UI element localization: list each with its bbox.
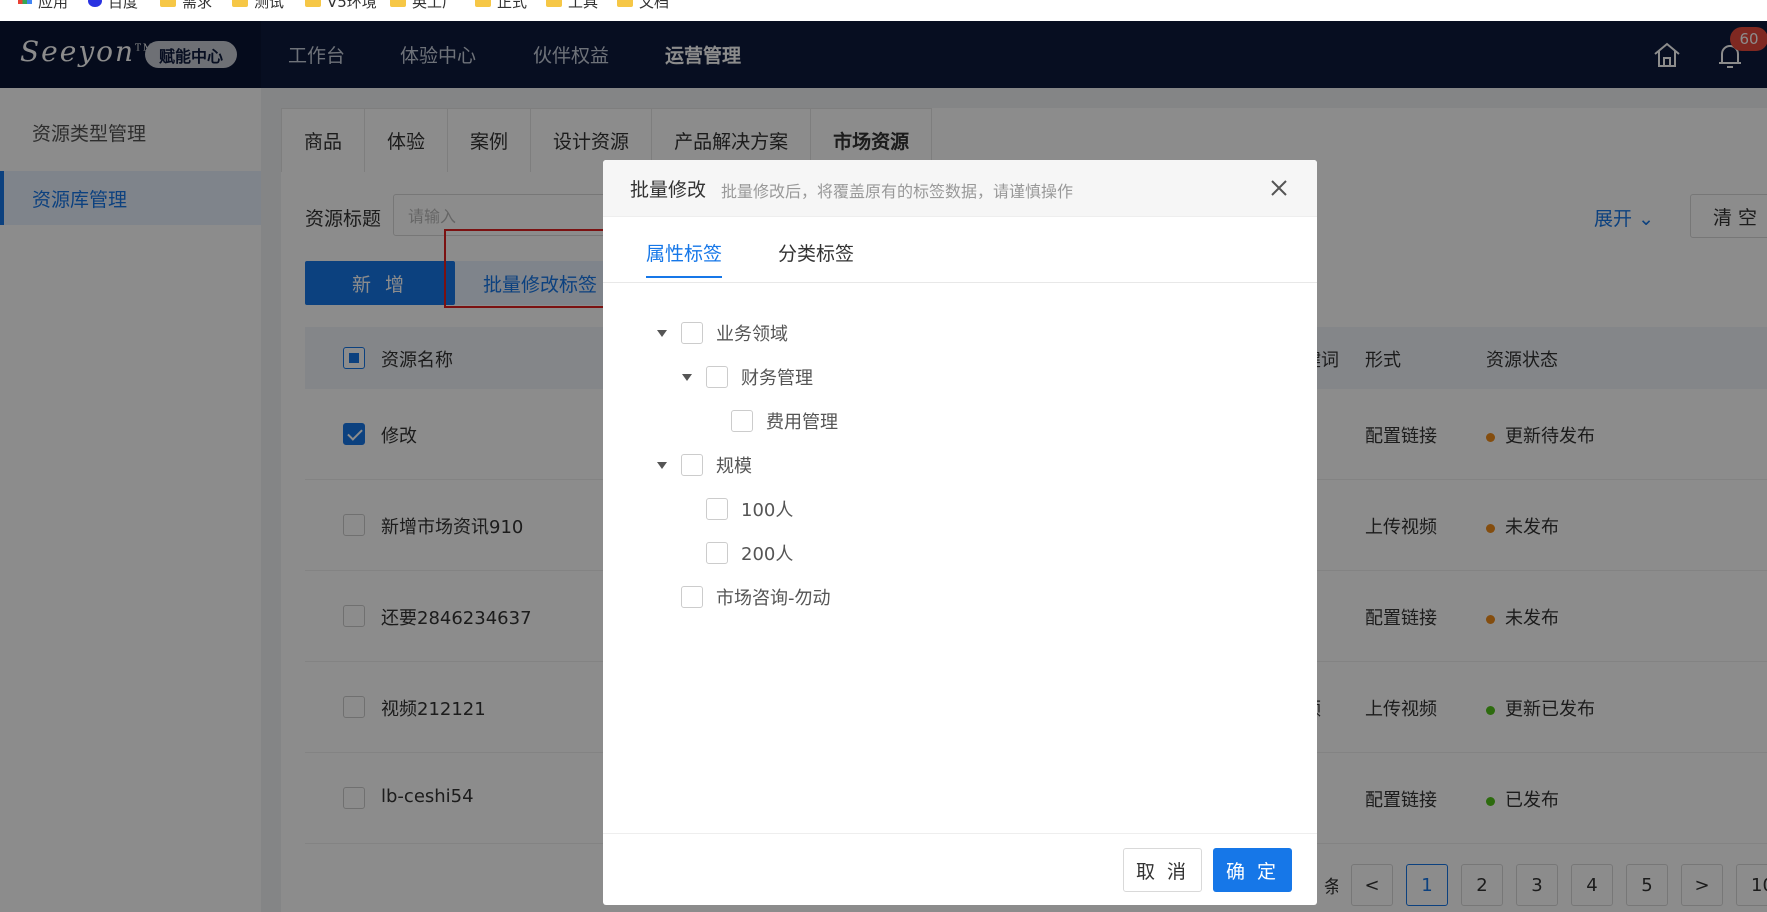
tree-node-label: 200人 <box>741 544 794 565</box>
caret-placeholder <box>682 550 692 557</box>
tree-node-200[interactable]: 200人 <box>682 539 793 567</box>
batch-edit-modal: 批量修改 批量修改后，将覆盖原有的标签数据，请谨慎操作 属性标签 分类标签 业务… <box>603 160 1317 905</box>
tree-node-label: 财务管理 <box>741 368 813 389</box>
modal-title: 批量修改 <box>630 179 707 201</box>
caret-down-icon[interactable] <box>657 329 667 337</box>
modal-header: 批量修改 批量修改后，将覆盖原有的标签数据，请谨慎操作 <box>603 160 1317 217</box>
bookmark-folder[interactable]: 需求 <box>160 0 212 12</box>
folder-icon <box>232 0 248 7</box>
tree-node-100[interactable]: 100人 <box>682 495 793 523</box>
tree-node-label: 业务领域 <box>716 324 788 345</box>
bookmarks-bar: 应用 百度 需求 测试 V5环境 英工厂 正式 工具 文档 <box>0 0 1767 21</box>
tree-checkbox[interactable] <box>706 366 728 388</box>
folder-icon <box>617 0 633 7</box>
caret-placeholder <box>657 594 667 601</box>
bookmark-folder[interactable]: V5环境 <box>305 0 377 12</box>
tree-checkbox[interactable] <box>706 498 728 520</box>
bookmark-folder[interactable]: 工具 <box>546 0 598 12</box>
confirm-button[interactable]: 确 定 <box>1213 848 1292 892</box>
tree-node-label: 100人 <box>741 500 794 521</box>
modal-footer: 取 消 确 定 <box>603 833 1317 905</box>
folder-icon <box>475 0 491 7</box>
tree-checkbox[interactable] <box>731 410 753 432</box>
folder-icon <box>390 0 406 7</box>
caret-placeholder <box>707 418 717 425</box>
tree-checkbox[interactable] <box>681 322 703 344</box>
folder-icon <box>546 0 562 7</box>
tree-node-label: 费用管理 <box>766 412 838 433</box>
baidu-icon <box>88 0 102 7</box>
close-icon[interactable] <box>1269 178 1289 198</box>
folder-icon <box>160 0 176 7</box>
bookmark-baidu[interactable]: 百度 <box>88 0 138 12</box>
tree-node-label: 规模 <box>716 456 752 477</box>
modal-tabs: 属性标签 分类标签 <box>603 217 1317 283</box>
bookmark-folder[interactable]: 正式 <box>475 0 527 12</box>
caret-placeholder <box>682 506 692 513</box>
tree-node-scale[interactable]: 规模 <box>657 451 752 479</box>
tree-node-business[interactable]: 业务领域 <box>657 319 788 347</box>
tab-attribute-tags[interactable]: 属性标签 <box>646 239 723 278</box>
bookmark-apps[interactable]: 应用 <box>18 0 68 12</box>
tree-checkbox[interactable] <box>706 542 728 564</box>
bookmark-folder[interactable]: 测试 <box>232 0 284 12</box>
tree-checkbox[interactable] <box>681 586 703 608</box>
caret-down-icon[interactable] <box>682 373 692 381</box>
tree-node-expense[interactable]: 费用管理 <box>707 407 838 435</box>
cancel-button[interactable]: 取 消 <box>1123 848 1202 892</box>
caret-down-icon[interactable] <box>657 461 667 469</box>
tree-node-finance[interactable]: 财务管理 <box>682 363 813 391</box>
tree-checkbox[interactable] <box>681 454 703 476</box>
apps-icon <box>18 0 32 4</box>
folder-icon <box>305 0 321 7</box>
modal-subtitle: 批量修改后，将覆盖原有的标签数据，请谨慎操作 <box>721 182 1074 201</box>
tab-category-tags[interactable]: 分类标签 <box>778 239 854 276</box>
tree-node-label: 市场咨询-勿动 <box>716 588 831 609</box>
tree-node-market[interactable]: 市场咨询-勿动 <box>657 583 831 611</box>
bookmark-folder[interactable]: 英工厂 <box>390 0 457 12</box>
bookmark-folder[interactable]: 文档 <box>617 0 669 12</box>
